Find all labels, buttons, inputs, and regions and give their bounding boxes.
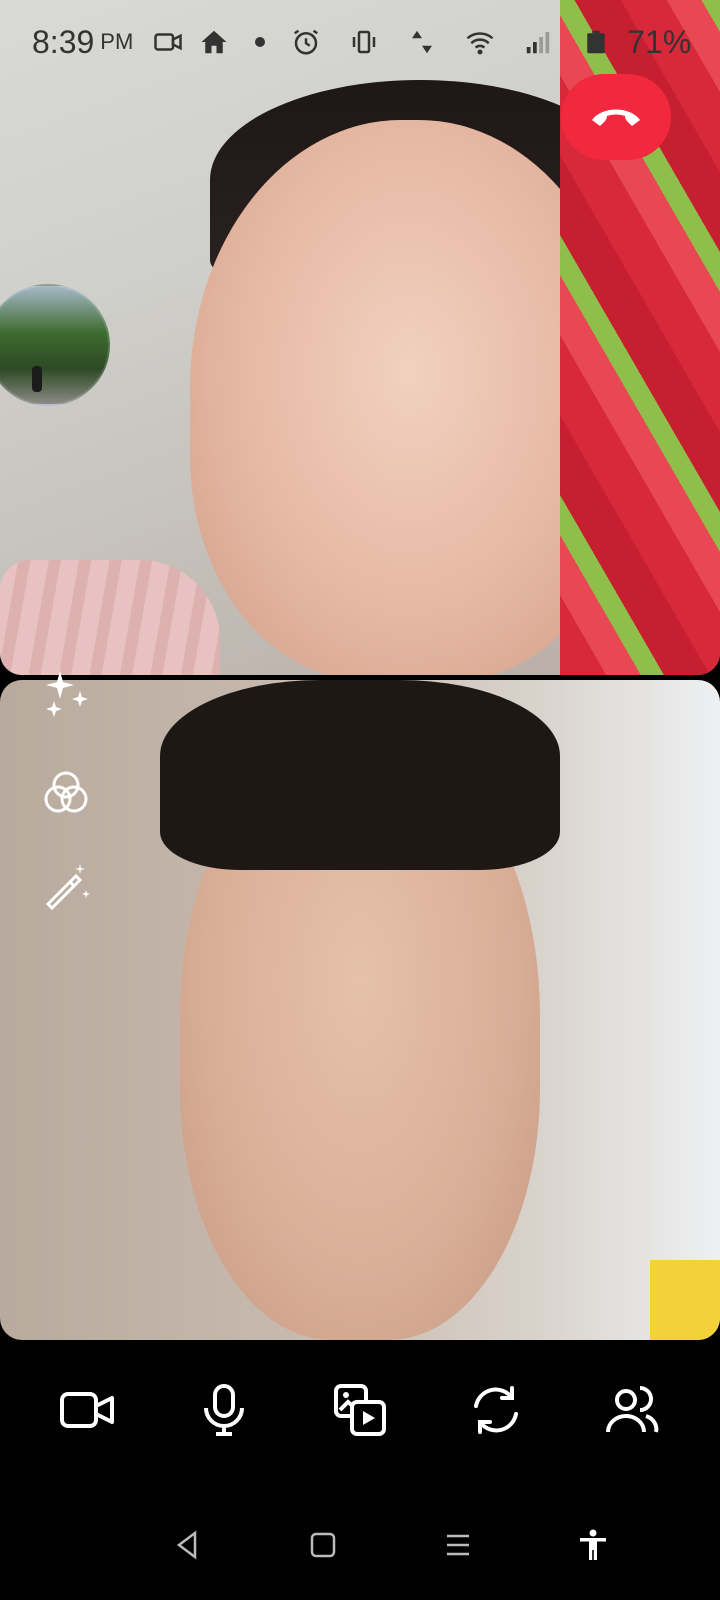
nav-back-button[interactable]: [163, 1520, 213, 1570]
recents-icon: [446, 1534, 469, 1556]
dot-icon: [245, 27, 275, 57]
home-icon: [199, 27, 229, 57]
battery-percent: 71%: [627, 23, 692, 60]
local-video-tile[interactable]: [0, 680, 720, 1340]
status-bar: 8:39 PM 71%: [0, 0, 720, 84]
home-icon: [310, 1532, 335, 1558]
nav-accessibility-button[interactable]: [568, 1520, 618, 1570]
camera-icon: [60, 1392, 114, 1428]
microphone-toggle-button[interactable]: [192, 1378, 256, 1442]
hang-up-icon: [592, 109, 640, 126]
share-media-icon: [334, 1384, 386, 1436]
magic-wand-icon[interactable]: [40, 860, 92, 912]
local-video-hair: [160, 680, 560, 870]
participants-button[interactable]: [600, 1378, 664, 1442]
wifi-icon: [465, 27, 495, 57]
camera-toggle-button[interactable]: [56, 1378, 120, 1442]
participants-icon: [606, 1386, 659, 1433]
data-arrows-icon: [407, 27, 437, 57]
alarm-icon: [291, 27, 321, 57]
nav-recents-button[interactable]: [433, 1520, 483, 1570]
back-icon: [176, 1530, 196, 1560]
call-controls: [0, 1355, 720, 1465]
video-icon: [153, 27, 183, 57]
status-time: 8:39: [32, 23, 95, 60]
signal-icon: [523, 27, 553, 57]
share-media-button[interactable]: [328, 1378, 392, 1442]
remote-video-pillow: [0, 560, 220, 675]
switch-camera-icon: [474, 1386, 518, 1434]
microphone-icon: [204, 1384, 244, 1436]
system-nav-bar: [0, 1490, 720, 1600]
accessibility-icon: [579, 1529, 606, 1560]
local-video-yellow-object: [650, 1260, 720, 1340]
switch-camera-button[interactable]: [464, 1378, 528, 1442]
sparkles-icon[interactable]: [40, 665, 92, 717]
vibrate-icon: [349, 27, 379, 57]
nav-home-button[interactable]: [298, 1520, 348, 1570]
battery-icon: [581, 27, 611, 57]
end-call-button[interactable]: [561, 74, 671, 160]
filters-icon[interactable]: [40, 767, 92, 819]
status-ampm: PM: [100, 29, 134, 54]
